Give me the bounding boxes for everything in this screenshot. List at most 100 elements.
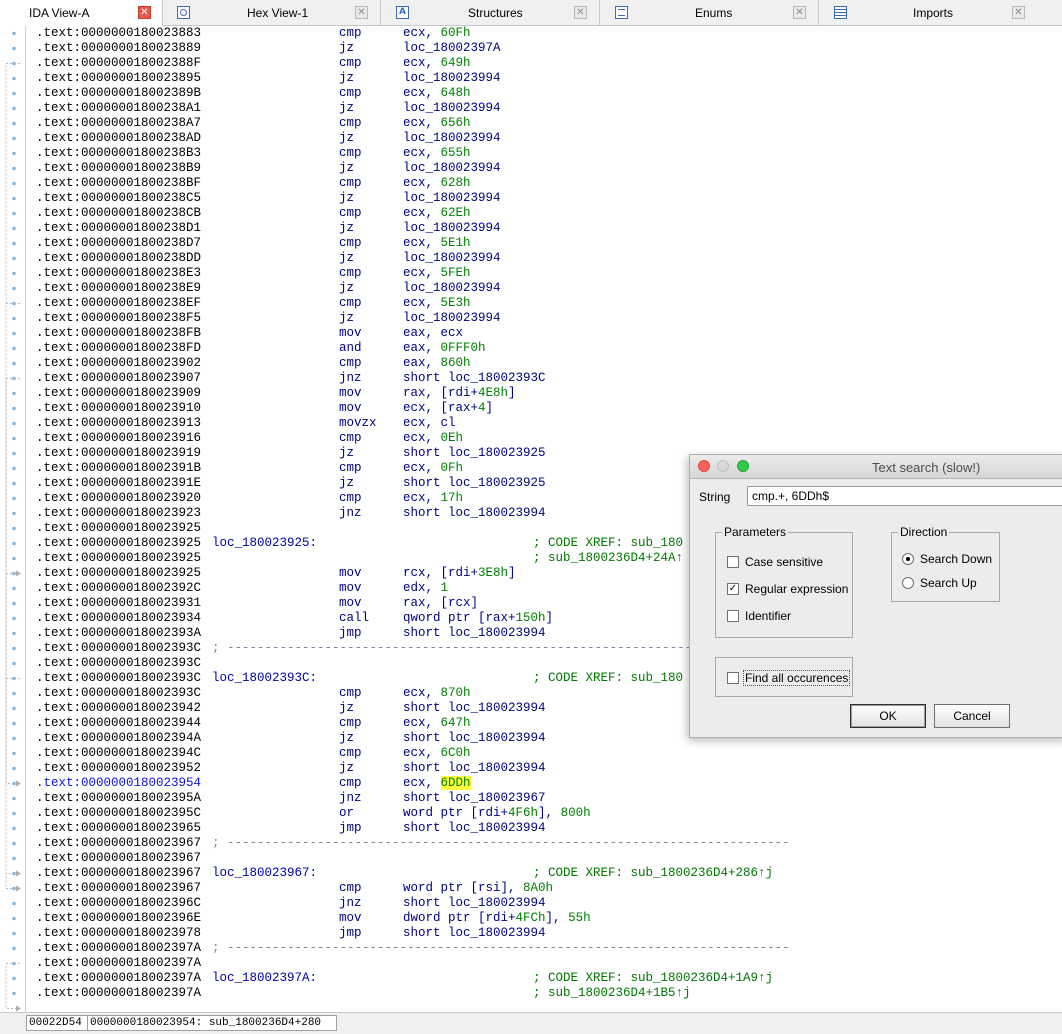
close-window-icon[interactable]: [698, 460, 710, 472]
listing-line[interactable]: .text:00000001800238DD jz loc_180023994: [27, 251, 1062, 266]
hex-view-icon: [177, 6, 190, 19]
listing-line[interactable]: .text:00000001800238C5 jz loc_180023994: [27, 191, 1062, 206]
line-address: .text:000000018002393C: [36, 686, 202, 700]
mnemonic: jz: [339, 476, 355, 490]
listing-line[interactable]: .text:0000000180023883 cmp ecx, 60Fh: [27, 26, 1062, 41]
listing-line[interactable]: .text:0000000180023967 loc_180023967: ; CO…: [27, 866, 1062, 881]
mnemonic: cmp: [339, 56, 362, 70]
operand-text: short: [403, 701, 449, 715]
listing-line[interactable]: .text:000000018002389B cmp ecx, 648h: [27, 86, 1062, 101]
identifier-label[interactable]: Identifier: [745, 609, 791, 623]
listing-line[interactable]: .text:00000001800238E9 jz loc_180023994: [27, 281, 1062, 296]
listing-line[interactable]: .text:00000001800238D7 cmp ecx, 5E1h: [27, 236, 1062, 251]
flow-dot: [12, 646, 16, 651]
close-icon[interactable]: ✕: [355, 6, 368, 19]
listing-line[interactable]: .text:0000000180023967 cmp word ptr [rsi],…: [27, 881, 1062, 896]
listing-line[interactable]: .text:00000001800238FD and eax, 0FFF0h: [27, 341, 1062, 356]
listing-line[interactable]: .text:0000000180023909 mov rax, [rdi+4E8h]: [27, 386, 1062, 401]
tab-hex-view-1[interactable]: Hex View-1 ✕: [163, 0, 381, 26]
listing-line[interactable]: .text:000000018002396C jnz short loc_18002…: [27, 896, 1062, 911]
listing-line[interactable]: .text:0000000180023913 movzx ecx, cl: [27, 416, 1062, 431]
listing-line[interactable]: .text:000000018002388F cmp ecx, 649h: [27, 56, 1062, 71]
case-sensitive-checkbox[interactable]: [727, 556, 739, 568]
flow-dot: [12, 916, 16, 921]
listing-line[interactable]: .text:00000001800238B9 jz loc_180023994: [27, 161, 1062, 176]
tab-imports[interactable]: Imports ✕: [819, 0, 1038, 26]
find-all-checkbox[interactable]: [727, 672, 739, 684]
tab-ida-view-a[interactable]: IDA View-A ✕: [0, 0, 163, 26]
listing-line[interactable]: .text:00000001800238F5 jz loc_180023994: [27, 311, 1062, 326]
operand-number: 649h: [440, 56, 471, 70]
listing-line[interactable]: .text:00000001800238AD jz loc_180023994: [27, 131, 1062, 146]
direction-title: Direction: [898, 525, 950, 539]
listing-line[interactable]: .text:00000001800238B3 cmp ecx, 655h: [27, 146, 1062, 161]
find-all-label[interactable]: Find all occurences: [743, 670, 851, 686]
operands: ecx, 656h: [403, 116, 471, 131]
search-down-radio[interactable]: [902, 553, 914, 565]
close-icon[interactable]: ✕: [793, 6, 806, 19]
mnemonic: jz: [339, 41, 355, 55]
search-up-radio[interactable]: [902, 577, 914, 589]
listing-line[interactable]: .text:0000000180023910 mov ecx, [rax+4]: [27, 401, 1062, 416]
cancel-button[interactable]: Cancel: [934, 704, 1010, 728]
listing-line[interactable]: .text:0000000180023954 cmp ecx, 6DDh: [27, 776, 1062, 791]
listing-line[interactable]: .text:00000001800238A7 cmp ecx, 656h: [27, 116, 1062, 131]
listing-line[interactable]: .text:0000000180023952 jz short loc_180023…: [27, 761, 1062, 776]
listing-line[interactable]: .text:0000000180023978 jmp short loc_18002…: [27, 926, 1062, 941]
listing-line[interactable]: .text:000000018002397A loc_18002397A: ; CO…: [27, 971, 1062, 986]
case-sensitive-label[interactable]: Case sensitive: [745, 555, 823, 569]
tab-enums[interactable]: Enums ✕: [600, 0, 819, 26]
close-icon[interactable]: ✕: [1012, 6, 1025, 19]
listing-line[interactable]: .text:00000001800238D1 jz loc_180023994: [27, 221, 1062, 236]
listing-line[interactable]: .text:000000018002394C cmp ecx, 6C0h: [27, 746, 1062, 761]
listing-line[interactable]: .text:0000000180023916 cmp ecx, 0Eh: [27, 431, 1062, 446]
listing-line[interactable]: .text:00000001800238FB mov eax, ecx: [27, 326, 1062, 341]
listing-line[interactable]: .text:000000018002397A: [27, 956, 1062, 971]
listing-line[interactable]: .text:000000018002395A jnz short loc_18002…: [27, 791, 1062, 806]
search-up-label[interactable]: Search Up: [920, 576, 977, 590]
listing-line[interactable]: .text:00000001800238BF cmp ecx, 628h: [27, 176, 1062, 191]
regular-expression-label[interactable]: Regular expression: [745, 582, 848, 596]
operand-number: 150h: [515, 611, 546, 625]
listing-line[interactable]: .text:0000000180023889 jz loc_18002397A: [27, 41, 1062, 56]
mnemonic: mov: [339, 401, 362, 415]
operands: rax, [rcx]: [403, 596, 478, 611]
operands: eax, 0FFF0h: [403, 341, 486, 356]
zoom-window-icon[interactable]: [737, 460, 749, 472]
listing-line[interactable]: .text:0000000180023895 jz loc_180023994: [27, 71, 1062, 86]
identifier-checkbox[interactable]: [727, 610, 739, 622]
operands: rcx, [rdi+3E8h]: [403, 566, 516, 581]
operand-text: ecx,: [403, 716, 441, 730]
search-string-input[interactable]: cmp.+, 6DDh$: [747, 486, 1062, 506]
listing-line[interactable]: .text:000000018002396E mov dword ptr [rdi+…: [27, 911, 1062, 926]
regular-expression-checkbox[interactable]: ✓: [727, 583, 739, 595]
listing-line[interactable]: .text:00000001800238A1 jz loc_180023994: [27, 101, 1062, 116]
listing-line[interactable]: .text:00000001800238CB cmp ecx, 62Eh: [27, 206, 1062, 221]
mnemonic: and: [339, 341, 362, 355]
operand-number: 5E3h: [440, 296, 471, 310]
listing-line[interactable]: .text:0000000180023902 cmp eax, 860h: [27, 356, 1062, 371]
flow-dot: [12, 316, 16, 321]
line-address: .text:000000018002388F: [36, 56, 202, 70]
listing-line[interactable]: .text:0000000180023907 jnz short loc_18002…: [27, 371, 1062, 386]
mnemonic: jz: [339, 221, 355, 235]
ok-button[interactable]: OK: [850, 704, 926, 728]
listing-line[interactable]: .text:000000018002395C or word ptr [rdi+4F…: [27, 806, 1062, 821]
tab-structures[interactable]: A Structures ✕: [381, 0, 600, 26]
close-icon[interactable]: ✕: [138, 6, 151, 19]
dialog-titlebar[interactable]: Text search (slow!): [690, 455, 1062, 479]
minimize-window-icon[interactable]: [717, 460, 729, 472]
listing-line[interactable]: .text:00000001800238E3 cmp ecx, 5FEh: [27, 266, 1062, 281]
close-icon[interactable]: ✕: [574, 6, 587, 19]
flow-arrow-line: [5, 963, 20, 1009]
xref-comment: ; CODE XREF: sub_1800236D4+286↑j: [533, 866, 774, 880]
listing-line[interactable]: .text:0000000180023967: [27, 851, 1062, 866]
listing-line[interactable]: .text:000000018002397A ; ----------------…: [27, 941, 1062, 956]
listing-line[interactable]: .text:0000000180023965 jmp short loc_18002…: [27, 821, 1062, 836]
listing-line[interactable]: .text:00000001800238EF cmp ecx, 5E3h: [27, 296, 1062, 311]
listing-line[interactable]: .text:000000018002397A ; sub_1800236D4+1B…: [27, 986, 1062, 1001]
listing-line[interactable]: .text:0000000180023967 ; ----------------…: [27, 836, 1062, 851]
operand-text: short: [403, 731, 449, 745]
search-down-label[interactable]: Search Down: [920, 552, 992, 566]
operands: loc_180023994: [403, 191, 501, 206]
